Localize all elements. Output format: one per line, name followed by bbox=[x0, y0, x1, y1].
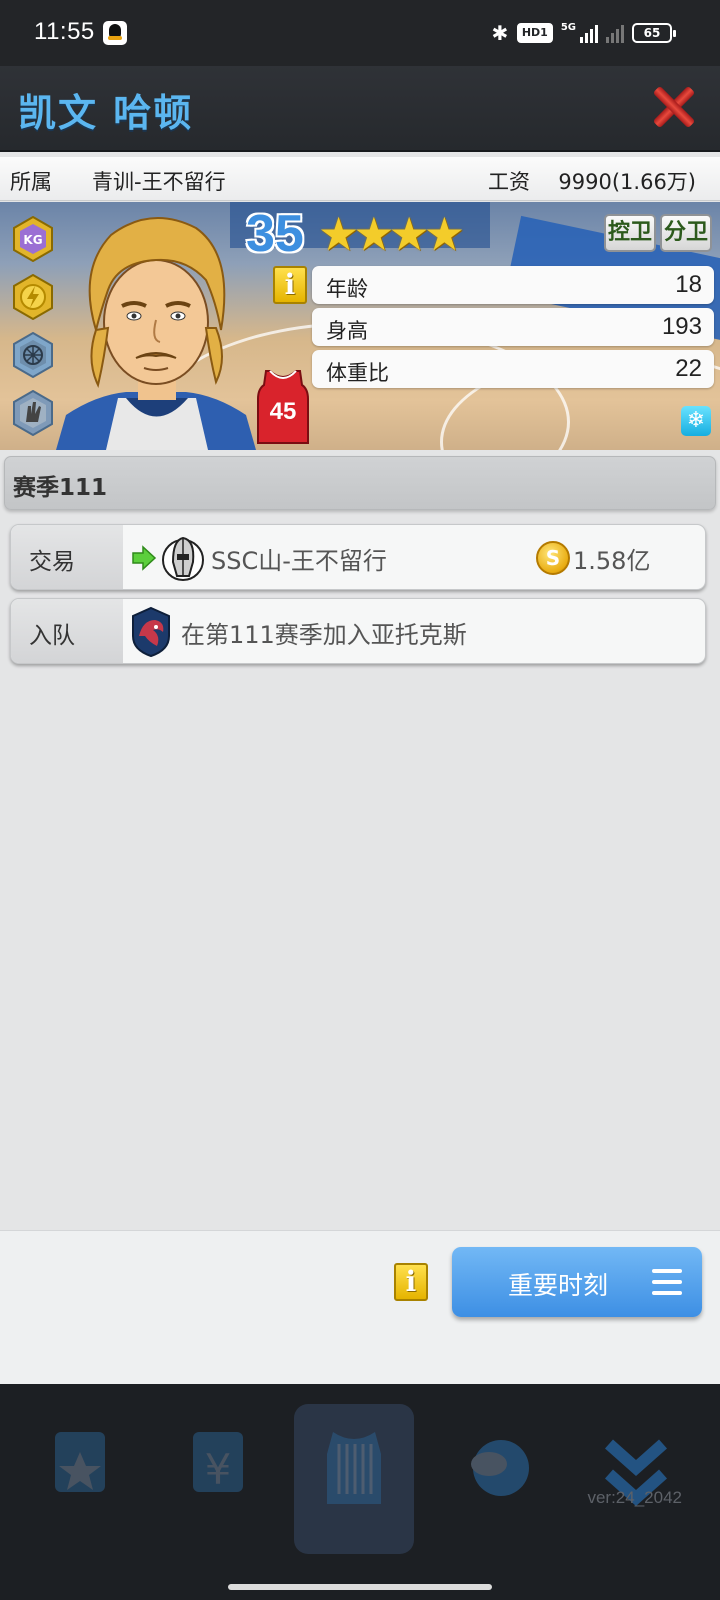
affiliation-label: 所属 bbox=[10, 170, 52, 194]
info-icon[interactable]: i bbox=[394, 1263, 428, 1301]
position-tags: 控卫 分卫 bbox=[604, 214, 712, 252]
nav-item-star[interactable] bbox=[20, 1404, 140, 1554]
stat-label: 体重比 bbox=[326, 361, 389, 385]
event-row-join[interactable]: 入队 在第111赛季加入亚托克斯 bbox=[10, 598, 706, 664]
hd-icon: HD1 bbox=[516, 23, 553, 43]
nav-item-chat[interactable] bbox=[438, 1404, 558, 1554]
coin-icon: S bbox=[536, 541, 570, 575]
status-icons: ✱ HD1 5G 65 bbox=[491, 20, 676, 46]
affiliation-row: 所属 青训-王不留行 工资 9990(1.66万) bbox=[0, 157, 720, 201]
stat-value: 22 bbox=[675, 355, 702, 382]
menu-icon bbox=[652, 1269, 682, 1295]
stat-height: 身高 193 bbox=[312, 308, 714, 346]
key-moments-button[interactable]: 重要时刻 bbox=[452, 1247, 702, 1317]
lightning-badge-icon[interactable] bbox=[12, 273, 54, 321]
nav-item-roster[interactable] bbox=[294, 1404, 414, 1554]
player-avatar bbox=[56, 217, 256, 450]
close-icon[interactable] bbox=[652, 84, 694, 128]
stat-value: 193 bbox=[661, 313, 702, 340]
clock: 11:55 bbox=[34, 18, 95, 45]
nav-item-more[interactable] bbox=[576, 1404, 696, 1554]
event-coin-amount: 1.58亿 bbox=[573, 547, 651, 575]
star-icon: ★ bbox=[423, 207, 465, 261]
event-row-trade[interactable]: 交易 SSC山-王不留行 S 1.58亿 bbox=[10, 524, 706, 590]
key-moments-label: 重要时刻 bbox=[508, 1271, 609, 1300]
bluetooth-icon: ✱ bbox=[491, 21, 509, 45]
player-detail-panel: 所属 青训-王不留行 工资 9990(1.66万) KG 35 ★ ★ ★ ★ … bbox=[0, 152, 720, 1384]
green-arrow-icon bbox=[132, 545, 157, 571]
position-tag-sg[interactable]: 分卫 bbox=[660, 214, 712, 252]
season-title: 赛季111 bbox=[13, 475, 108, 501]
svg-text:¥: ¥ bbox=[205, 1445, 232, 1494]
hand-badge-icon[interactable] bbox=[12, 389, 54, 437]
home-indicator[interactable] bbox=[228, 1584, 492, 1590]
action-bar: i 重要时刻 bbox=[0, 1230, 720, 1384]
event-text: SSC山-王不留行 bbox=[211, 547, 387, 575]
nav-item-finance[interactable]: ¥ bbox=[158, 1404, 278, 1554]
player-card: KG 35 ★ ★ ★ ★ 控卫 分卫 i 年龄 18 身高 193 体重比 2… bbox=[0, 202, 720, 450]
bottom-nav: ¥ ver:24_2042 bbox=[0, 1384, 720, 1600]
version-label: ver:24_2042 bbox=[587, 1488, 682, 1507]
stat-label: 身高 bbox=[326, 319, 368, 343]
kg-badge-text: KG bbox=[23, 233, 42, 247]
event-text: 在第111赛季加入亚托克斯 bbox=[181, 621, 467, 649]
jersey-nav-icon bbox=[327, 1432, 381, 1504]
star-rating: ★ ★ ★ ★ bbox=[318, 210, 465, 258]
yen-icon: ¥ bbox=[193, 1432, 243, 1494]
affiliation-value: 青训-王不留行 bbox=[92, 170, 226, 194]
dragon-logo-icon bbox=[132, 606, 170, 658]
signal-2-icon bbox=[606, 23, 624, 43]
knight-logo-icon bbox=[162, 536, 204, 581]
stat-label: 年龄 bbox=[326, 277, 368, 301]
network-type: 5G bbox=[560, 21, 576, 33]
season-header: 赛季111 bbox=[4, 456, 716, 510]
jersey-number: 45 bbox=[269, 398, 297, 425]
stat-weight-ratio: 体重比 22 bbox=[312, 350, 714, 388]
star-icon bbox=[55, 1432, 105, 1492]
stat-age: 年龄 18 bbox=[312, 266, 714, 304]
dialog-header: 凯文 哈顿 bbox=[0, 66, 720, 152]
status-bar: 11:55 ✱ HD1 5G 65 bbox=[0, 0, 720, 66]
kg-badge-icon[interactable]: KG bbox=[12, 215, 54, 263]
battery-icon: 65 bbox=[632, 23, 676, 43]
event-type-cell: 入队 bbox=[11, 599, 123, 663]
event-type-label: 交易 bbox=[29, 549, 75, 575]
info-icon[interactable]: i bbox=[273, 266, 307, 304]
signal-icon bbox=[580, 23, 598, 43]
chat-icon bbox=[471, 1440, 529, 1496]
event-type-cell: 交易 bbox=[11, 525, 123, 589]
player-rating: 35 bbox=[246, 205, 304, 263]
position-tag-pg[interactable]: 控卫 bbox=[604, 214, 656, 252]
net-badge-icon[interactable] bbox=[12, 331, 54, 379]
salary-value: 9990(1.66万) bbox=[558, 170, 696, 194]
stat-value: 18 bbox=[675, 271, 702, 298]
qq-notification-icon bbox=[103, 21, 127, 45]
player-name-title: 凯文 哈顿 bbox=[18, 91, 194, 135]
salary-label: 工资 bbox=[488, 170, 530, 194]
snowflake-icon[interactable]: ❄ bbox=[681, 406, 711, 436]
event-type-label: 入队 bbox=[29, 623, 75, 649]
